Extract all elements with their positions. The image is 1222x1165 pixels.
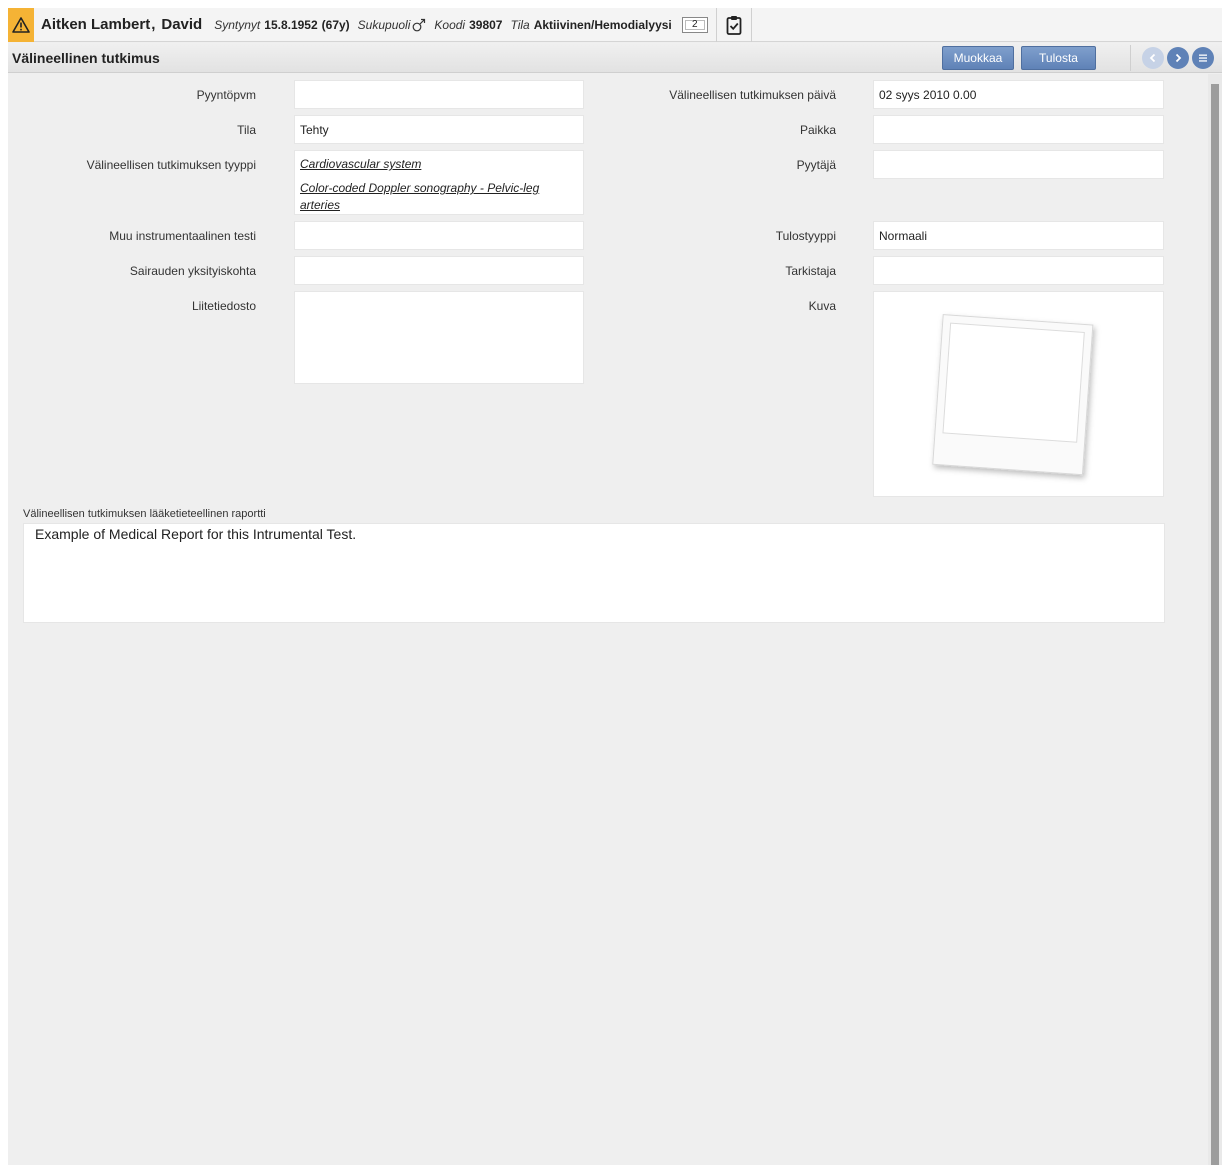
image-label: Kuva (808, 299, 836, 313)
code-value: 39807 (469, 17, 503, 32)
chevron-left-icon[interactable] (1142, 47, 1164, 69)
other-test-label: Muu instrumentaalinen testi (109, 229, 256, 243)
checker-label: Tarkistaja (785, 264, 836, 278)
warning-icon[interactable] (8, 7, 34, 42)
edit-button[interactable]: Muokkaa (942, 46, 1014, 70)
header-divider (715, 7, 717, 42)
status-value: Aktiivinen/Hemodialyysi (533, 17, 672, 32)
requester-label: Pyytäjä (796, 158, 836, 172)
born-value: 15.8.1952 (264, 17, 318, 32)
counter-badge[interactable]: 2 (681, 16, 708, 33)
exam-date-field[interactable]: 02 syys 2010 0.00 (873, 80, 1164, 109)
patient-last-name: Aitken Lambert (41, 16, 151, 33)
place-label: Paikka (799, 123, 836, 137)
result-type-label: Tulostyyppi (775, 229, 836, 243)
status-label: Tila (510, 17, 530, 32)
photo-placeholder-icon (932, 314, 1094, 476)
code-label: Koodi (434, 17, 466, 32)
vertical-scrollbar[interactable] (1208, 74, 1222, 1165)
disease-detail-label: Sairauden yksityiskohta (129, 264, 256, 278)
exam-type-link[interactable]: Color-coded Doppler sonography - Pelvic-… (300, 180, 578, 197)
sex-label: Sukupuoli (357, 17, 411, 32)
patient-header: Aitken Lambert , David Syntynyt 15.8.195… (8, 7, 1222, 42)
chevron-right-icon[interactable] (1167, 47, 1189, 69)
exam-type-link[interactable]: arteries (300, 197, 578, 214)
toolbar-divider (1130, 45, 1131, 71)
menu-icon[interactable] (1192, 47, 1214, 69)
born-label: Syntynyt (214, 17, 261, 32)
attachment-field[interactable] (294, 291, 584, 384)
male-icon (412, 18, 426, 32)
other-test-field[interactable] (294, 221, 584, 250)
app-frame: Aitken Lambert , David Syntynyt 15.8.195… (8, 7, 1222, 1165)
report-textarea[interactable]: Example of Medical Report for this Intru… (23, 523, 1165, 623)
checker-field[interactable] (873, 256, 1164, 285)
header-divider (750, 7, 752, 42)
scrollbar-thumb[interactable] (1211, 84, 1219, 1165)
age-value: (67y) (321, 17, 350, 32)
section-title-bar: Välineellinen tutkimus Muokkaa Tulosta (8, 43, 1222, 73)
report-label: Välineellisen tutkimuksen lääketieteelli… (23, 508, 266, 520)
name-separator: , (151, 16, 156, 33)
exam-type-link[interactable]: Cardiovascular system (300, 156, 578, 173)
request-date-field[interactable] (294, 80, 584, 109)
patient-first-name: David (161, 16, 203, 33)
exam-date-label: Välineellisen tutkimuksen päivä (669, 88, 836, 102)
page-title: Välineellinen tutkimus (12, 50, 160, 66)
requester-field[interactable] (873, 150, 1164, 179)
print-button[interactable]: Tulosta (1021, 46, 1096, 70)
attachment-label: Liitetiedosto (191, 299, 256, 313)
clipboard-check-icon[interactable] (723, 13, 745, 37)
status-field[interactable]: Tehty (294, 115, 584, 144)
request-date-label: Pyyntöpvm (196, 88, 256, 102)
status-field-label: Tila (237, 123, 256, 137)
result-type-field[interactable]: Normaali (873, 221, 1164, 250)
exam-type-label: Välineellisen tutkimuksen tyyppi (86, 158, 256, 172)
place-field[interactable] (873, 115, 1164, 144)
exam-type-field[interactable]: Cardiovascular system Color-coded Dopple… (294, 150, 584, 215)
image-field[interactable] (873, 291, 1164, 497)
disease-detail-field[interactable] (294, 256, 584, 285)
